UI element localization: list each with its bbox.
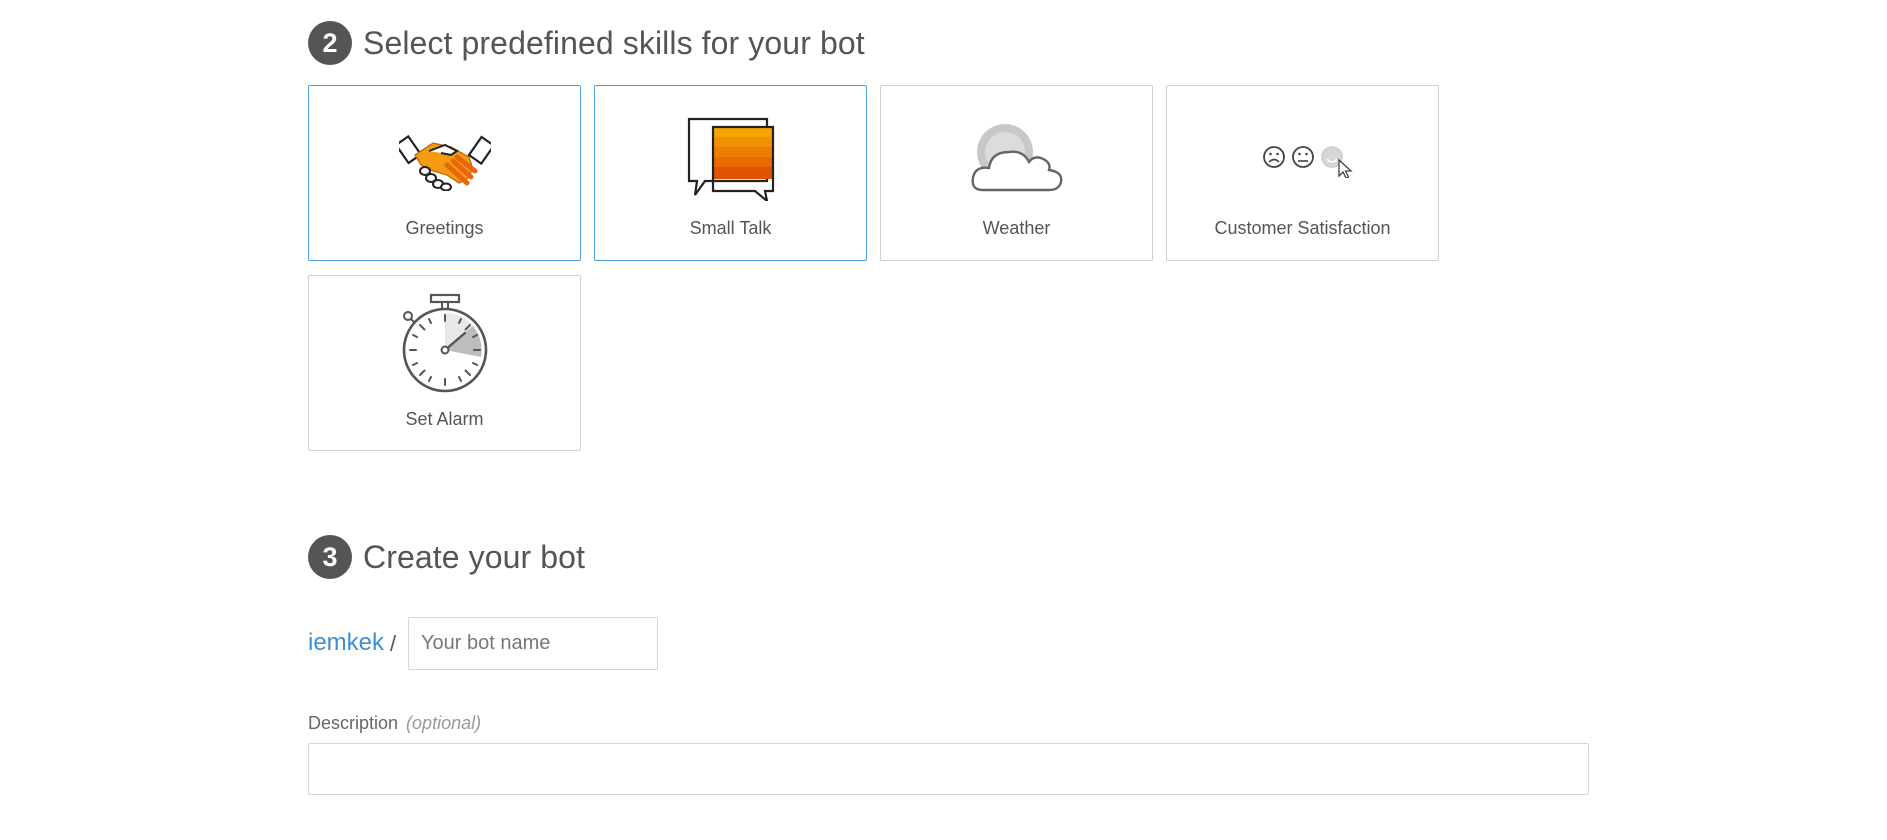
- chat-bubbles-icon: [681, 113, 781, 203]
- step-2-header: 2 Select predefined skills for your bot: [308, 21, 865, 65]
- owner-link[interactable]: iemkek: [308, 629, 384, 657]
- path-separator: /: [390, 631, 397, 656]
- skill-label: Customer Satisfaction: [1214, 218, 1391, 238]
- optional-hint: (optional): [406, 713, 482, 733]
- step-number-badge: 3: [308, 535, 352, 579]
- stopwatch-icon: [395, 293, 495, 393]
- skill-label: Greetings: [405, 218, 484, 238]
- cloud-sun-icon: [967, 113, 1067, 203]
- skill-label: Weather: [982, 218, 1051, 238]
- handshake-icon: [395, 113, 495, 203]
- step-title: Create your bot: [363, 538, 586, 575]
- description-input[interactable]: [308, 743, 1589, 795]
- skill-card-weather[interactable]: Weather: [880, 85, 1153, 261]
- step-number-badge: 2: [308, 21, 352, 65]
- skill-card-set-alarm[interactable]: Set Alarm: [308, 275, 581, 451]
- bot-name-input[interactable]: [408, 617, 658, 670]
- description-label-text: Description: [308, 713, 399, 733]
- step-title: Select predefined skills for your bot: [363, 24, 865, 61]
- smiley-faces-icon: [1253, 113, 1353, 203]
- description-label: Description (optional): [308, 713, 481, 734]
- skill-card-small-talk[interactable]: Small Talk: [594, 85, 867, 261]
- skill-card-customer-satisfaction[interactable]: Customer Satisfaction: [1166, 85, 1439, 261]
- skill-label: Set Alarm: [405, 409, 484, 429]
- skill-label: Small Talk: [689, 218, 772, 238]
- skill-card-greetings[interactable]: Greetings: [308, 85, 581, 261]
- step-3-header: 3 Create your bot: [308, 535, 585, 579]
